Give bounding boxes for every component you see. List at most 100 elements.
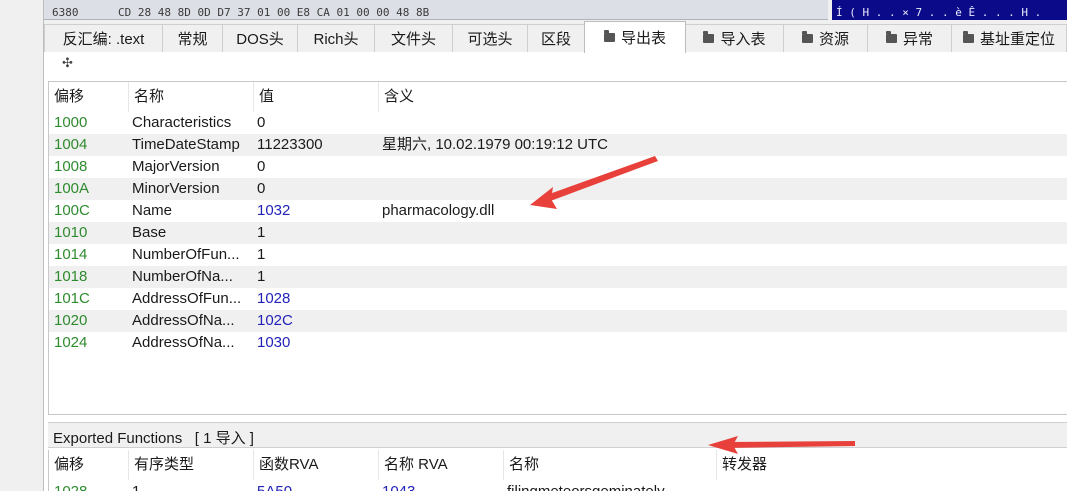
- value-link[interactable]: 1032: [252, 200, 290, 222]
- meaning-cell: [377, 288, 382, 310]
- tab-export-table[interactable]: 导出表: [584, 21, 686, 53]
- value-link[interactable]: 1030: [252, 332, 290, 354]
- offset-cell: 1008: [54, 158, 88, 175]
- hex-view-strip[interactable]: 6380 CD 28 48 8D 0D D7 37 01 00 E8 CA 01…: [44, 0, 1067, 20]
- name-cell: AddressOfNa...: [132, 312, 235, 329]
- column-header-meaning[interactable]: 含义: [379, 82, 1067, 112]
- meaning-cell: [377, 112, 382, 134]
- value-cell: 1: [257, 268, 266, 285]
- forwarder-cell: [715, 481, 720, 491]
- table-row[interactable]: 1004 TimeDateStamp 11223300 星期六, 10.02.1…: [49, 134, 1067, 156]
- tab-general[interactable]: 常规: [162, 24, 223, 52]
- name-cell: Characteristics: [132, 114, 232, 131]
- name-cell: Name: [132, 202, 173, 219]
- tab-disassembly[interactable]: 反汇编: .text: [44, 24, 163, 52]
- tab-label: 文件头: [390, 31, 436, 48]
- column-header-name-rva[interactable]: 名称 RVA: [379, 450, 504, 480]
- table-row[interactable]: 1018 NumberOfNa... 1: [49, 266, 1067, 288]
- meaning-cell: [377, 310, 382, 332]
- function-name-cell: filingmeteorsgeminately: [502, 481, 665, 491]
- tab-resources[interactable]: 资源: [783, 24, 868, 52]
- export-directory-table: 偏移 名称 值 含义 1000 Characteristics 0 1004 T…: [48, 81, 1067, 415]
- name-cell: NumberOfFun...: [132, 246, 240, 263]
- meaning-cell: 星期六, 10.02.1979 00:19:12 UTC: [382, 136, 608, 153]
- table-row[interactable]: 101C AddressOfFun... 1028: [49, 288, 1067, 310]
- tab-label: 资源: [818, 31, 849, 48]
- folder-icon: [703, 31, 715, 43]
- name-cell: AddressOfFun...: [132, 290, 242, 307]
- function-rva-link[interactable]: 5A50: [252, 481, 292, 491]
- column-header-ordinal[interactable]: 有序类型: [129, 450, 254, 480]
- value-cell: 1: [257, 246, 266, 263]
- ordinal-cell: 1: [127, 481, 140, 491]
- tab-file-header[interactable]: 文件头: [374, 24, 453, 52]
- column-header-offset[interactable]: 偏移: [49, 82, 129, 112]
- folder-icon: [885, 31, 897, 43]
- name-cell: MajorVersion: [132, 158, 220, 175]
- tab-import-table[interactable]: 导入表: [685, 24, 784, 52]
- table-row[interactable]: 100C Name 1032 pharmacology.dll: [49, 200, 1067, 222]
- offset-cell: 1014: [54, 246, 88, 263]
- column-header-offset[interactable]: 偏移: [49, 450, 129, 480]
- name-rva-link[interactable]: 1043: [377, 481, 415, 491]
- tab-label: 区段: [540, 31, 571, 48]
- tab-label: 异常: [902, 31, 933, 48]
- value-cell: 0: [257, 158, 266, 175]
- move-icon[interactable]: ✣: [62, 56, 73, 71]
- table-row[interactable]: 1020 AddressOfNa... 102C: [49, 310, 1067, 332]
- tab-sections[interactable]: 区段: [527, 24, 585, 52]
- tab-optional-header[interactable]: 可选头: [452, 24, 528, 52]
- offset-cell: 1020: [54, 312, 88, 329]
- table-row[interactable]: 1028 1 5A50 1043 filingmeteorsgeminately: [49, 481, 1067, 491]
- section-title-text: Exported Functions [ 1 导入 ]: [53, 427, 254, 448]
- exported-functions-header: Exported Functions [ 1 导入 ]: [48, 422, 1067, 448]
- meaning-cell: [377, 266, 382, 288]
- column-header-name[interactable]: 名称: [504, 450, 717, 480]
- folder-icon: [801, 31, 813, 43]
- column-header-function-rva[interactable]: 函数RVA: [254, 450, 379, 480]
- table-row[interactable]: 1008 MajorVersion 0: [49, 156, 1067, 178]
- folder-icon: [603, 30, 615, 42]
- table-row[interactable]: 1014 NumberOfFun... 1: [49, 244, 1067, 266]
- left-frame: [0, 0, 44, 491]
- export-table-panel: ✣ 偏移 名称 值 含义 1000 Characteristics 0 1004…: [44, 52, 1067, 491]
- name-cell: MinorVersion: [132, 180, 220, 197]
- import-count: [ 1 导入 ]: [194, 430, 254, 447]
- exported-functions-table: 偏移 有序类型 函数RVA 名称 RVA 名称 转发器 1028 1 5A50 …: [48, 450, 1067, 491]
- table-row[interactable]: 100A MinorVersion 0: [49, 178, 1067, 200]
- value-link[interactable]: 102C: [252, 310, 293, 332]
- tab-label: 可选头: [467, 31, 513, 48]
- offset-cell: 1028: [49, 481, 87, 491]
- meaning-cell: [377, 178, 382, 200]
- table-row[interactable]: 1010 Base 1: [49, 222, 1067, 244]
- offset-cell: 100A: [54, 180, 90, 197]
- offset-cell: 1018: [54, 268, 88, 285]
- section-title: Exported Functions: [53, 430, 183, 447]
- meaning-cell: [377, 244, 382, 266]
- column-header-value[interactable]: 值: [254, 82, 379, 112]
- tab-label: 反汇编: .text: [62, 31, 145, 48]
- table-row[interactable]: 1024 AddressOfNa... 1030: [49, 332, 1067, 354]
- offset-cell: 101C: [54, 290, 90, 307]
- value-link[interactable]: 1028: [252, 288, 290, 310]
- table-header: 偏移 有序类型 函数RVA 名称 RVA 名称 转发器: [49, 450, 1067, 480]
- tab-base-relocation[interactable]: 基址重定位: [951, 24, 1067, 52]
- column-header-name[interactable]: 名称: [129, 82, 254, 112]
- tab-label: DOS头: [236, 31, 284, 48]
- value-cell: 1: [257, 224, 266, 241]
- tab-label: 导出表: [620, 30, 666, 47]
- tab-exceptions[interactable]: 异常: [867, 24, 952, 52]
- hex-bytes-pane[interactable]: 6380 CD 28 48 8D 0D D7 37 01 00 E8 CA 01…: [44, 0, 828, 20]
- tab-rich-header[interactable]: Rich头: [297, 24, 375, 52]
- hex-ascii-pane[interactable]: Í ( H . . × 7 . . è Ê . . . H .: [832, 0, 1067, 20]
- table-row[interactable]: 1000 Characteristics 0: [49, 112, 1067, 134]
- tab-dos-header[interactable]: DOS头: [222, 24, 298, 52]
- meaning-cell: pharmacology.dll: [382, 202, 495, 219]
- folder-icon: [962, 31, 974, 43]
- tab-label: 常规: [177, 31, 208, 48]
- column-header-forwarder[interactable]: 转发器: [717, 450, 1067, 480]
- offset-cell: 100C: [54, 202, 90, 219]
- offset-cell: 1010: [54, 224, 88, 241]
- tab-bar: 反汇编: .text 常规 DOS头 Rich头 文件头 可选头 区段 导出表 …: [44, 20, 1067, 53]
- name-cell: TimeDateStamp: [132, 136, 240, 153]
